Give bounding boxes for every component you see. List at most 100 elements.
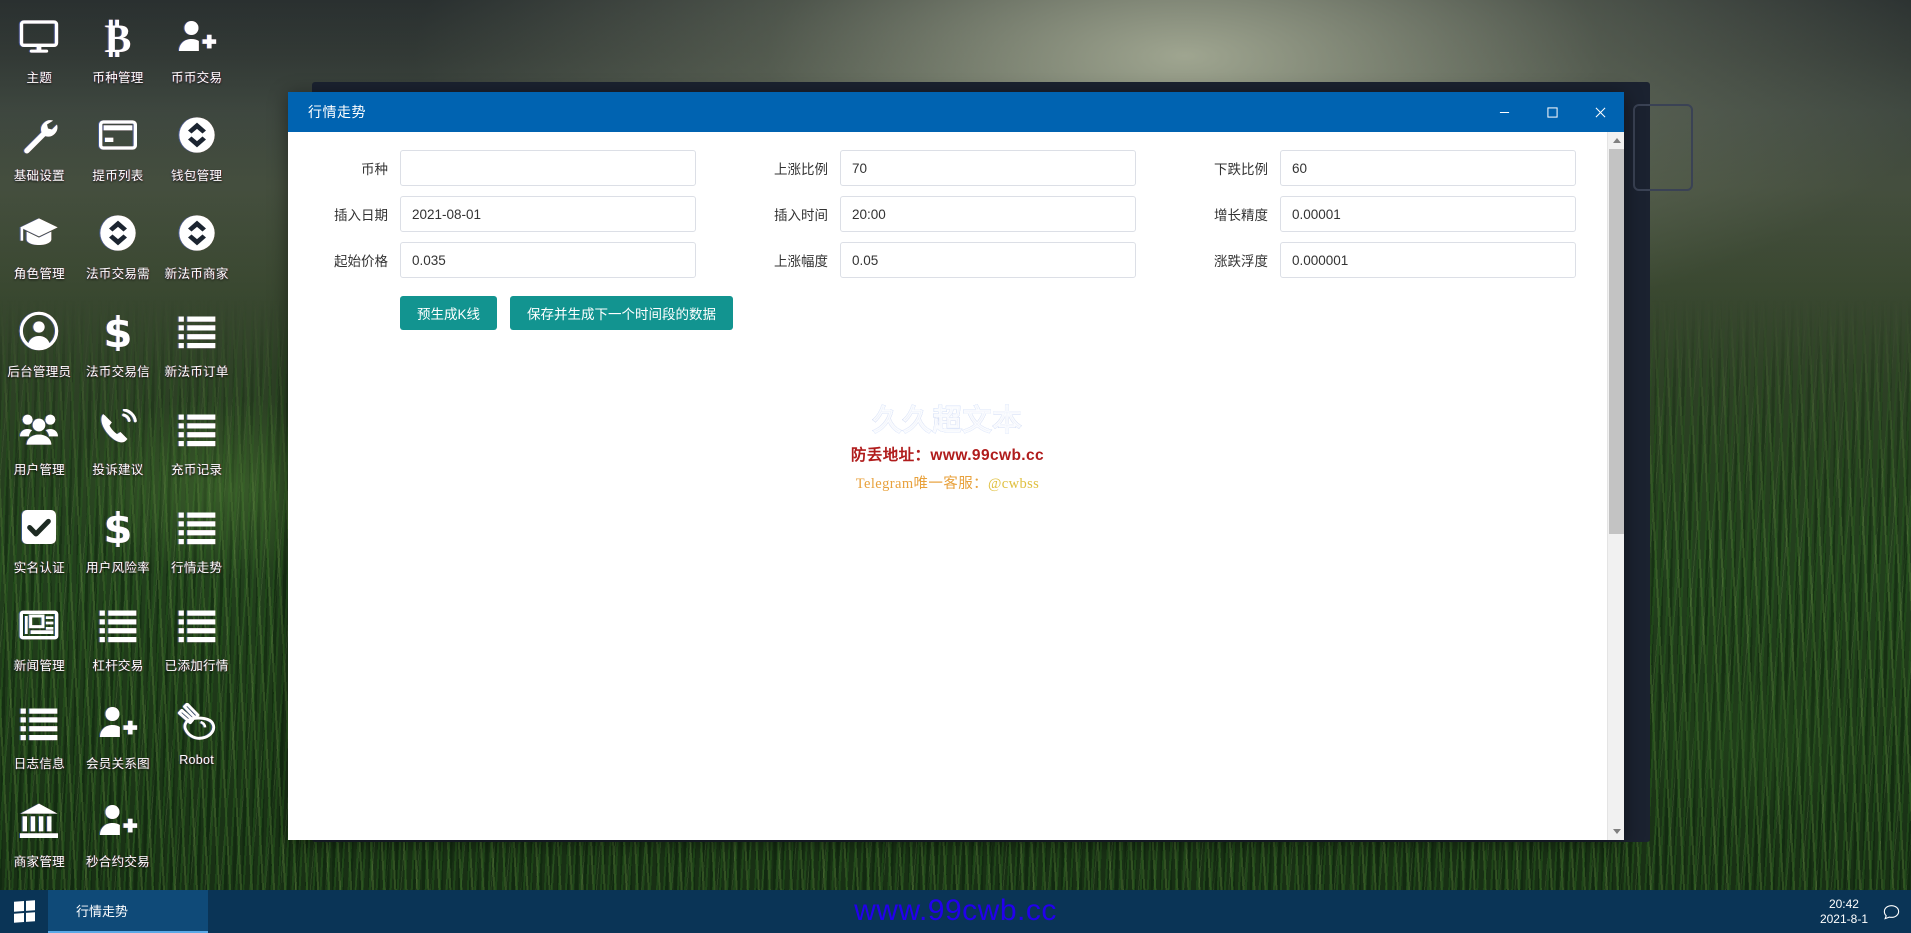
coin-type-input[interactable] (400, 150, 696, 186)
desktop-icon-label: Robot (179, 753, 214, 767)
close-icon (1595, 107, 1606, 118)
app-window: 行情走势 币种 (288, 92, 1624, 840)
window-title: 行情走势 (308, 102, 366, 122)
desktop-icon-18[interactable]: 新闻管理 (0, 594, 79, 692)
list-icon (174, 602, 220, 648)
desktop-icon-5[interactable]: 钱包管理 (157, 104, 236, 202)
desktop-icon-8[interactable]: 新法币商家 (157, 202, 236, 300)
desktop-icon-13[interactable]: 投诉建议 (79, 398, 158, 496)
svg-text:$: $ (103, 507, 132, 547)
field-fall-ratio: 下跌比例 (1176, 150, 1576, 186)
phone-ring-icon (95, 406, 141, 452)
watermark-address: 防丢地址：www.99cwb.cc (288, 443, 1607, 465)
taskbar: 行情走势 www.99cwb.cc 20:42 2021-8-1 (0, 890, 1911, 933)
desktop-icon-20[interactable]: 已添加行情 (157, 594, 236, 692)
clock[interactable]: 20:42 2021-8-1 (1820, 897, 1868, 927)
insert-time-input[interactable] (840, 196, 1136, 232)
taskbar-item-label: 行情走势 (76, 901, 128, 920)
dollar-icon: $ (95, 504, 141, 550)
field-label: 起始价格 (296, 250, 400, 270)
form-actions: 预生成K线 保存并生成下一个时间段的数据 (288, 288, 1607, 330)
watermark-telegram-handle: @cwbss (988, 476, 1039, 492)
start-price-input[interactable] (400, 242, 696, 278)
minimize-icon (1499, 107, 1510, 118)
desktop-icon-6[interactable]: 角色管理 (0, 202, 79, 300)
coin-circle-icon (174, 112, 220, 158)
minimize-button[interactable] (1480, 92, 1528, 132)
growth-precision-input[interactable] (1280, 196, 1576, 232)
desktop-icon-19[interactable]: 杠杆交易 (79, 594, 158, 692)
rise-ratio-input[interactable] (840, 150, 1136, 186)
list-icon (174, 308, 220, 354)
field-rise-ratio: 上涨比例 (736, 150, 1136, 186)
desktop-icon-label: 角色管理 (14, 263, 65, 282)
desktop-icon-17[interactable]: 行情走势 (157, 496, 236, 594)
insert-date-input[interactable] (400, 196, 696, 232)
desktop-icon-label: 用户风险率 (86, 557, 150, 576)
desktop-icon-label: 提币列表 (92, 165, 143, 184)
field-label: 下跌比例 (1176, 158, 1280, 178)
desktop-icon-9[interactable]: 后台管理员 (0, 300, 79, 398)
desktop-icon-label: 商家管理 (14, 851, 65, 870)
desktop-icon-10[interactable]: $ 法币交易信 (79, 300, 158, 398)
dollar-icon: $ (95, 308, 141, 354)
fluctuation-input[interactable] (1280, 242, 1576, 278)
watermark-telegram: Telegram唯一客服：@cwbss (288, 472, 1607, 493)
desktop-icon-7[interactable]: 法币交易需 (79, 202, 158, 300)
desktop-icon-25[interactable]: 秒合约交易 (79, 790, 158, 888)
coin-circle-icon (95, 210, 141, 256)
chevron-down-icon (1613, 829, 1621, 834)
desktop-icon-label: 日志信息 (14, 753, 65, 772)
form-panel: 币种 上涨比例 下跌比例 插入日期 插入时间 (288, 132, 1607, 840)
watermark-telegram-prefix: Telegram唯一客服： (856, 476, 988, 492)
taskbar-item-market-trend[interactable]: 行情走势 (48, 890, 208, 933)
desktop-icon-4[interactable]: 提币列表 (79, 104, 158, 202)
background-app-inner-box (1633, 104, 1693, 191)
chat-bubble-icon[interactable] (1882, 902, 1901, 921)
window-watermark: 久久超文本 防丢地址：www.99cwb.cc Telegram唯一客服：@cw… (288, 397, 1607, 493)
desktop-icon-22[interactable]: 会员关系图 (79, 692, 158, 790)
window-titlebar[interactable]: 行情走势 (288, 92, 1624, 132)
desktop-icon-label: 会员关系图 (86, 753, 150, 772)
desktop-icon-label: 基础设置 (14, 165, 65, 184)
desktop-icon-0[interactable]: 主题 (0, 6, 79, 104)
close-button[interactable] (1576, 92, 1624, 132)
graduation-cap-icon (16, 210, 62, 256)
field-growth-precision: 增长精度 (1176, 196, 1576, 232)
svg-text:$: $ (103, 311, 132, 351)
scrollbar-thumb[interactable] (1609, 149, 1624, 534)
desktop-icon-12[interactable]: 用户管理 (0, 398, 79, 496)
pregenerate-kline-button[interactable]: 预生成K线 (400, 296, 497, 330)
save-and-generate-next-button[interactable]: 保存并生成下一个时间段的数据 (510, 296, 733, 330)
desktop-icon-grid: 主题₿币种管理币币交易基础设置 提币列表钱包管理角色管理法币交易需新法币商家后台管… (0, 0, 236, 880)
desktop-icon-21[interactable]: 日志信息 (0, 692, 79, 790)
field-insert-date: 插入日期 (296, 196, 696, 232)
desktop-icon-1[interactable]: ₿币种管理 (79, 6, 158, 104)
desktop-icon-label: 新法币订单 (165, 361, 229, 380)
scroll-down-arrow[interactable] (1608, 823, 1624, 840)
desktop-icon-16[interactable]: $ 用户风险率 (79, 496, 158, 594)
window-controls (1480, 92, 1624, 132)
start-button[interactable] (0, 890, 48, 933)
window-body: 币种 上涨比例 下跌比例 插入日期 插入时间 (288, 132, 1624, 840)
user-add-icon (95, 798, 141, 844)
field-label: 上涨幅度 (736, 250, 840, 270)
desktop-icon-11[interactable]: 新法币订单 (157, 300, 236, 398)
maximize-button[interactable] (1528, 92, 1576, 132)
desktop-icon-2[interactable]: 币币交易 (157, 6, 236, 104)
desktop-icon-23[interactable]: Robot (157, 692, 236, 790)
vertical-scrollbar[interactable] (1607, 132, 1624, 840)
scroll-up-arrow[interactable] (1608, 132, 1624, 149)
fall-ratio-input[interactable] (1280, 150, 1576, 186)
rise-amplitude-input[interactable] (840, 242, 1136, 278)
maximize-icon (1547, 107, 1558, 118)
desktop-icon-15[interactable]: 实名认证 (0, 496, 79, 594)
list-icon (174, 406, 220, 452)
desktop-icon-label: 币币交易 (171, 67, 222, 86)
taskbar-watermark: www.99cwb.cc (0, 894, 1911, 928)
desktop-icon-3[interactable]: 基础设置 (0, 104, 79, 202)
desktop-icon-label: 法币交易信 (86, 361, 150, 380)
desktop-icon-14[interactable]: 充币记录 (157, 398, 236, 496)
desktop-icon-24[interactable]: 商家管理 (0, 790, 79, 888)
field-label: 增长精度 (1176, 204, 1280, 224)
